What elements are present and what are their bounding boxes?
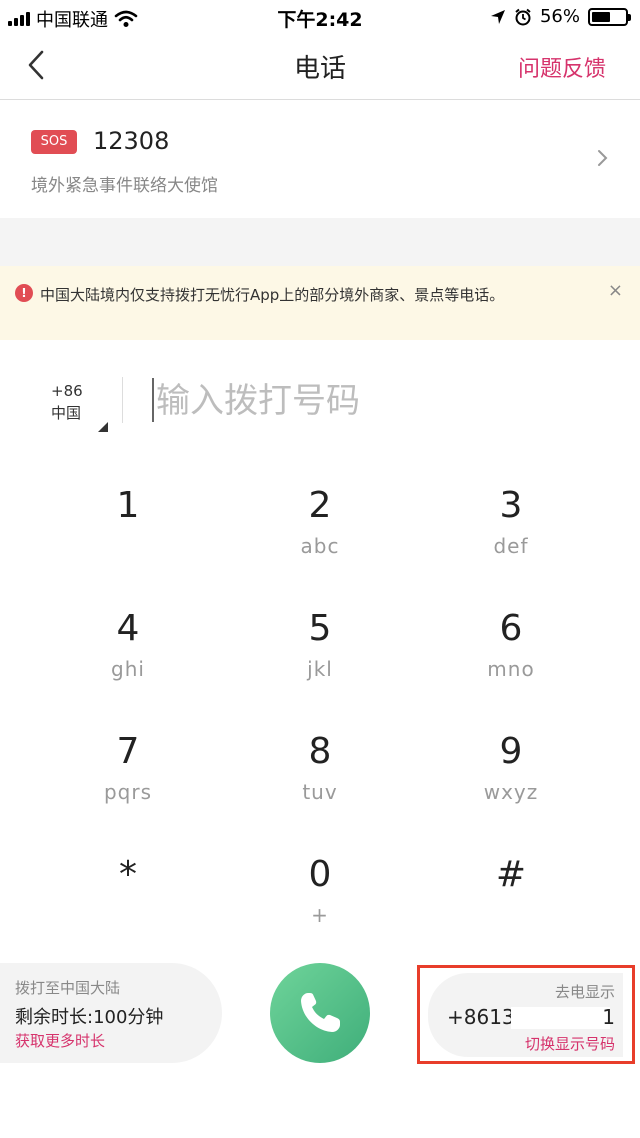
key-8[interactable]: 8 tuv <box>225 718 415 828</box>
key-digit: 6 <box>499 608 523 649</box>
key-letters: mno <box>487 657 535 681</box>
key-letters: abc <box>300 534 340 558</box>
key-digit: 4 <box>116 608 140 649</box>
section-divider <box>0 218 640 266</box>
dropdown-corner-icon <box>98 422 108 432</box>
key-4[interactable]: 4 ghi <box>33 595 223 705</box>
notice-banner: ! 中国大陆境内仅支持拨打无忧行App上的部分境外商家、景点等电话。 × <box>0 266 640 340</box>
notice-text: 中国大陆境内仅支持拨打无忧行App上的部分境外商家、景点等电话。 <box>40 286 505 304</box>
status-bar: 中国联通 下午2:42 56% <box>0 0 640 34</box>
key-letters: ghi <box>111 657 145 681</box>
key-7[interactable]: 7 pqrs <box>33 718 223 828</box>
country-name: 中国 <box>51 404 82 422</box>
key-star[interactable]: * <box>33 841 223 951</box>
caller-id-card[interactable]: 去电显示 +8613 1 切换显示号码 <box>428 973 623 1057</box>
key-digit: 9 <box>499 731 523 772</box>
key-letters: pqrs <box>103 780 153 804</box>
key-9[interactable]: 9 wxyz <box>416 718 606 828</box>
battery-fill <box>592 11 610 22</box>
country-selector[interactable]: +86 中国 <box>40 382 110 434</box>
caller-id-highlight: 去电显示 +8613 1 切换显示号码 <box>417 965 635 1064</box>
key-hash[interactable]: # <box>416 841 606 951</box>
call-button[interactable] <box>270 963 370 1063</box>
key-6[interactable]: 6 mno <box>416 595 606 705</box>
sos-badge: SOS <box>31 130 77 154</box>
key-digit: 5 <box>308 608 332 649</box>
location-arrow-icon <box>490 9 505 24</box>
sos-description: 境外紧急事件联络大使馆 <box>31 176 218 196</box>
get-more-time-link[interactable]: 获取更多时长 <box>15 1030 105 1051</box>
key-digit: 3 <box>499 485 523 526</box>
key-0[interactable]: 0 + <box>225 841 415 951</box>
key-digit: 0 <box>308 854 332 895</box>
switch-caller-id-link[interactable]: 切换显示号码 <box>525 1033 615 1054</box>
key-digit: * <box>119 854 137 895</box>
key-letters: jkl <box>307 657 333 681</box>
sos-card[interactable]: SOS 12308 境外紧急事件联络大使馆 <box>0 100 640 218</box>
remaining-time: 剩余时长:100分钟 <box>15 1007 164 1028</box>
key-digit: 8 <box>308 731 332 772</box>
key-2[interactable]: 2 abc <box>225 472 415 582</box>
key-digit: 1 <box>116 485 140 526</box>
key-letters: tuv <box>302 780 338 804</box>
caller-id-title: 去电显示 <box>554 983 615 1001</box>
sos-number: 12308 <box>93 127 170 155</box>
key-letters: wxyz <box>483 780 539 804</box>
key-digit: 2 <box>308 485 332 526</box>
key-letters: def <box>493 534 529 558</box>
close-icon[interactable]: × <box>608 280 623 301</box>
caller-id-number-tail: 1 <box>602 1005 615 1029</box>
key-3[interactable]: 3 def <box>416 472 606 582</box>
phone-number-input[interactable] <box>156 376 596 426</box>
battery-percent: 56% <box>539 6 580 27</box>
status-right: 56% <box>490 6 631 27</box>
warning-icon: ! <box>15 284 33 302</box>
text-cursor <box>152 378 154 422</box>
remaining-time-card: 拨打至中国大陆 剩余时长:100分钟 获取更多时长 <box>0 963 222 1063</box>
key-digit: 7 <box>116 731 140 772</box>
key-5[interactable]: 5 jkl <box>225 595 415 705</box>
input-divider <box>122 377 123 423</box>
feedback-button[interactable]: 问题反馈 <box>518 51 606 83</box>
back-button[interactable] <box>18 46 58 86</box>
key-digit: # <box>495 854 527 895</box>
country-code: +86 <box>51 382 83 400</box>
phone-icon <box>301 993 340 1032</box>
remaining-title: 拨打至中国大陆 <box>15 979 121 997</box>
number-redaction <box>511 1007 610 1029</box>
nav-bar: 电话 问题反馈 <box>0 34 640 100</box>
battery-icon <box>588 7 631 26</box>
key-letters: + <box>311 903 329 927</box>
key-1[interactable]: 1 <box>33 472 223 582</box>
chevron-right-icon <box>598 150 608 166</box>
alarm-icon <box>515 8 531 25</box>
chevron-left-icon <box>28 50 44 80</box>
caller-id-number: +8613 <box>447 1005 515 1029</box>
